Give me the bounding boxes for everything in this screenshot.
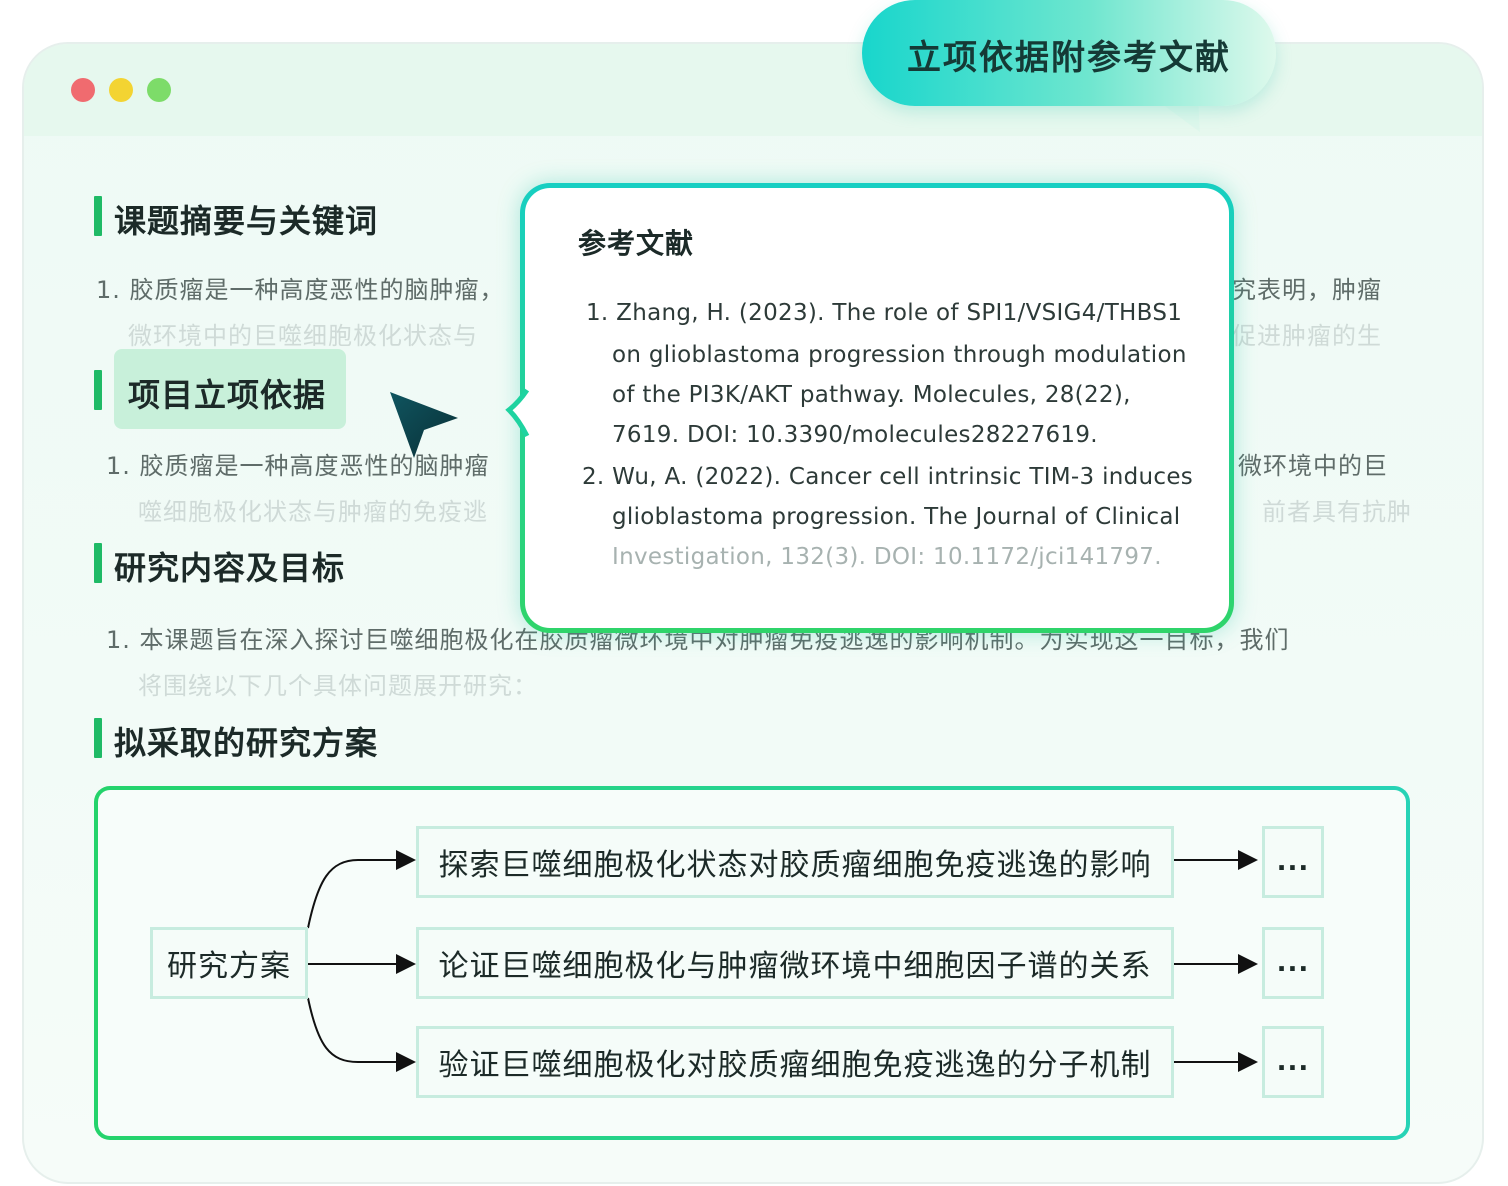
plan-branch-node[interactable]: 论证巨噬细胞极化与肿瘤微环境中细胞因子谱的关系 (416, 927, 1174, 999)
plan-next-node[interactable]: ... (1262, 927, 1324, 999)
plan-branch-node[interactable]: 探索巨噬细胞极化状态对胶质瘤细胞免疫逃逸的影响 (416, 826, 1174, 898)
plan-connectors (307, 850, 1258, 1072)
plan-next-node[interactable]: ... (1262, 826, 1324, 898)
plan-branch-node[interactable]: 验证巨噬细胞极化对胶质瘤细胞免疫逃逸的分子机制 (416, 1026, 1174, 1098)
plan-next-node[interactable]: ... (1262, 1026, 1324, 1098)
plan-root-node[interactable]: 研究方案 (150, 927, 308, 999)
